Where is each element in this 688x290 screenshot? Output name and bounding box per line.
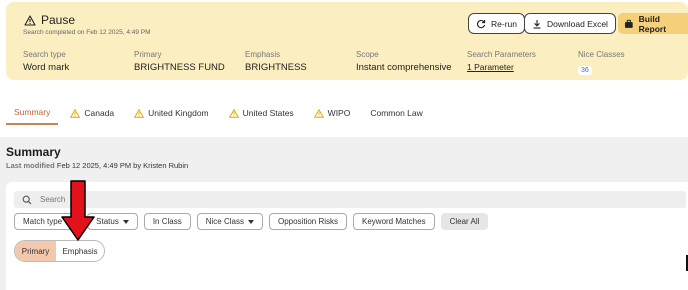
tab-wipo[interactable]: WIPO (306, 101, 359, 125)
tab-label: WIPO (327, 108, 351, 118)
chip-label: Keyword Matches (362, 217, 426, 226)
meta-label: Primary (134, 50, 162, 59)
nice-class-badge: 36 (578, 66, 592, 75)
tab-common-law[interactable]: Common Law (362, 101, 430, 125)
clear-all-button[interactable]: Clear All (440, 213, 489, 230)
tab-label: Canada (84, 108, 115, 118)
warning-triangle-icon (24, 14, 36, 26)
summary-section: Summary Last modified Feb 12 2025, 4:49 … (0, 137, 688, 290)
meta-primary: Primary BRIGHTNESS FUND (134, 50, 225, 73)
jurisdiction-tabs: Summary Canada United Kingdom United Sta… (6, 101, 435, 127)
warning-icon (134, 108, 145, 118)
warning-icon (313, 108, 324, 118)
warning-icon (70, 108, 81, 118)
tab-united-kingdom[interactable]: United Kingdom (126, 101, 216, 125)
tab-united-states[interactable]: United States (221, 101, 302, 125)
chip-label: Opposition Risks (277, 217, 338, 226)
chevron-down-icon (247, 219, 254, 224)
tab-label: United States (242, 108, 294, 118)
chip-label: Clear All (449, 217, 480, 226)
meta-label: Scope (356, 50, 379, 59)
chip-label: In Class (152, 217, 182, 226)
tab-label: Summary (14, 107, 51, 117)
keyword-matches-filter[interactable]: Keyword Matches (353, 213, 435, 230)
meta-value: BRIGHTNESS (245, 62, 307, 73)
tab-summary[interactable]: Summary (6, 101, 59, 125)
meta-value: Word mark (23, 62, 70, 73)
meta-search-parameters: Search Parameters 1 Parameter (467, 50, 536, 72)
status-row: Pause (24, 13, 75, 27)
search-icon (22, 195, 32, 204)
last-modified-value: Feb 12 2025, 4:49 PM by Kristen Rubin (56, 161, 189, 170)
in-class-filter[interactable]: In Class (143, 213, 191, 230)
meta-value: BRIGHTNESS FUND (134, 62, 225, 73)
briefcase-icon (624, 19, 633, 28)
meta-label: Nice Classes (578, 50, 625, 59)
nice-class-filter[interactable]: Nice Class (196, 213, 263, 230)
download-excel-button[interactable]: Download Excel (524, 13, 616, 34)
meta-value: Instant comprehensive (356, 62, 452, 73)
chevron-down-icon (122, 219, 129, 224)
chip-label: Status (96, 217, 119, 226)
build-report-button[interactable]: Build Report (618, 13, 688, 34)
status-title: Pause (41, 13, 76, 27)
chip-label: Nice Class (205, 217, 244, 226)
warning-icon (228, 108, 239, 118)
meta-label: Emphasis (245, 50, 281, 59)
search-input[interactable] (40, 195, 640, 204)
toggle-emphasis[interactable]: Emphasis (56, 241, 104, 261)
tab-label: United Kingdom (148, 108, 209, 118)
meta-nice-classes: Nice Classes 36 (578, 50, 625, 77)
opposition-risks-filter[interactable]: Opposition Risks (268, 213, 347, 230)
search-parameters-link[interactable]: 1 Parameter (467, 62, 536, 72)
meta-label: Search Parameters (467, 50, 536, 59)
search-completed-text: Search completed on Feb 12 2025, 4:49 PM (23, 29, 151, 36)
filter-panel: Match type Status In Class Nice Class Op… (6, 182, 688, 290)
summary-title: Summary (6, 145, 61, 159)
search-box[interactable] (14, 191, 686, 208)
tab-canada[interactable]: Canada (62, 101, 122, 125)
toggle-primary[interactable]: Primary (15, 241, 57, 261)
last-modified: Last modified Feb 12 2025, 4:49 PM by Kr… (6, 161, 188, 170)
primary-emphasis-toggle: Primary Emphasis (14, 240, 105, 262)
rerun-label: Re-run (491, 18, 517, 29)
build-report-label: Build Report (638, 13, 667, 34)
meta-label: Search type (23, 50, 66, 59)
meta-search-type: Search type Word mark (23, 50, 69, 73)
tab-label: Common Law (370, 108, 423, 118)
meta-emphasis: Emphasis BRIGHTNESS (245, 50, 307, 73)
refresh-icon (476, 19, 486, 28)
meta-scope: Scope Instant comprehensive (356, 50, 452, 73)
annotation-arrow-icon (61, 180, 95, 241)
last-modified-label: Last modified (6, 161, 55, 170)
search-status-banner: Pause Search completed on Feb 12 2025, 4… (6, 2, 688, 80)
download-icon (533, 19, 541, 29)
rerun-button[interactable]: Re-run (468, 13, 525, 34)
download-excel-label: Download Excel (547, 18, 608, 29)
chip-label: Match type (23, 217, 63, 226)
